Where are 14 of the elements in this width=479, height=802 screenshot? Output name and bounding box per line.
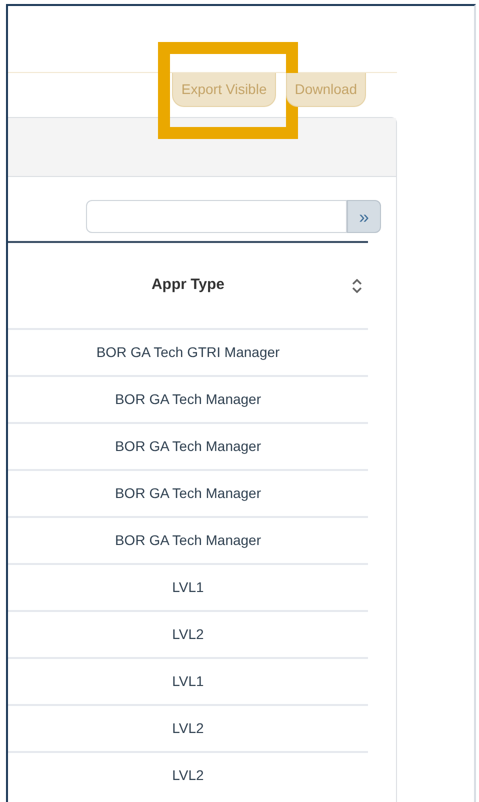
table-cell-text: LVL2 — [172, 625, 204, 644]
table-cell-text: BOR GA Tech Manager — [114, 437, 262, 456]
table-cell-text: BOR GA Tech Manager — [114, 531, 262, 550]
sort-icon[interactable] — [352, 278, 362, 292]
table-cell-text: LVL1 — [172, 672, 204, 691]
table-cell-text: LVL2 — [172, 766, 204, 785]
table-cell-text: BOR GA Tech Manager — [114, 484, 262, 503]
search-button[interactable]: » — [347, 200, 381, 233]
table-cell-text: BOR GA Tech GTRI Manager — [96, 343, 280, 362]
table-cell-text: LVL2 — [172, 719, 204, 738]
column-header[interactable]: Appr Type — [151, 274, 225, 297]
table-cell-text: LVL1 — [172, 578, 204, 597]
table-cell-text: BOR GA Tech Manager — [114, 390, 262, 409]
search-field[interactable] — [86, 200, 347, 233]
